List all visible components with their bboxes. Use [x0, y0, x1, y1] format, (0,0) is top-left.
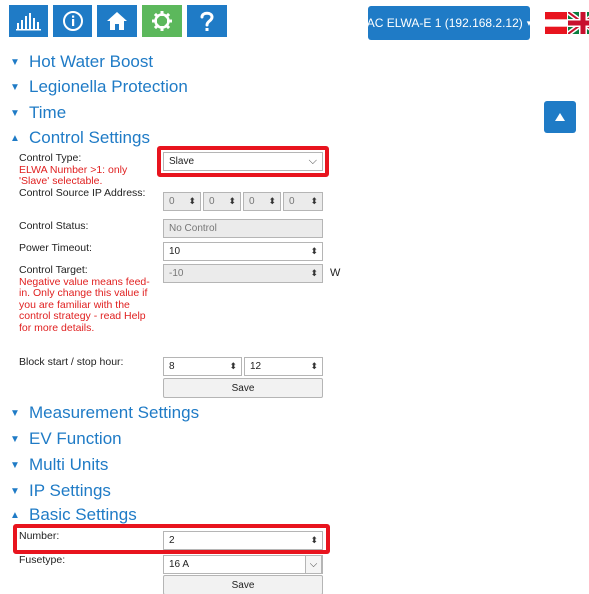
spinner-icon: ⬍: [229, 361, 237, 371]
power-timeout-input[interactable]: 10 ⬍: [163, 242, 323, 261]
number-label: Number:: [19, 530, 60, 542]
section-legionella-protection[interactable]: ▼ Legionella Protection: [10, 76, 188, 98]
ip-octet-1-input[interactable]: 0 ⬍: [163, 192, 201, 211]
chevron-down-icon: ▼: [10, 81, 20, 93]
section-hot-water-boost[interactable]: ▼ Hot Water Boost: [10, 51, 153, 73]
austria-flag-icon[interactable]: [545, 12, 567, 34]
chevron-down-icon: ▼: [10, 459, 20, 471]
block-stop-input[interactable]: 12 ⬍: [244, 357, 323, 376]
ip-octet-3-input[interactable]: 0 ⬍: [243, 192, 281, 211]
chevron-down-icon: ▼: [10, 56, 20, 68]
control-target-field: Control Target: Negative value means fee…: [19, 264, 151, 334]
section-ip-settings[interactable]: ▼ IP Settings: [10, 480, 111, 502]
nav-help-button[interactable]: [186, 4, 228, 38]
control-source-ip-label: Control Source IP Address:: [19, 187, 146, 199]
chevron-down-icon: ▼: [10, 485, 20, 497]
ip-octet-4-input[interactable]: 0 ⬍: [283, 192, 323, 211]
chevron-down-icon: ▾: [526, 17, 532, 28]
spinner-icon: ⬍: [228, 196, 236, 206]
section-time[interactable]: ▼ Time: [10, 102, 66, 124]
spinner-icon: ⬍: [310, 196, 318, 206]
basic-save-button[interactable]: Save: [163, 575, 323, 594]
section-title: Time: [29, 103, 67, 122]
control-target-input[interactable]: -10 ⬍: [163, 264, 323, 283]
spinner-icon: ⬍: [188, 196, 196, 206]
control-status-label: Control Status:: [19, 220, 89, 232]
power-timeout-label: Power Timeout:: [19, 242, 92, 254]
home-icon: [107, 12, 127, 30]
control-target-label: Control Target:: [19, 264, 88, 276]
gear-icon: [152, 11, 172, 31]
section-title: EV Function: [29, 429, 122, 448]
section-control-settings[interactable]: ▲ Control Settings: [10, 127, 150, 149]
chevron-down-icon: ▼: [10, 407, 20, 419]
spinner-icon: ⬍: [310, 361, 318, 371]
device-label: AC ELWA-E 1 (192.168.2.12): [366, 16, 523, 30]
scroll-to-top-button[interactable]: [544, 101, 576, 133]
chevron-down-icon: ▼: [10, 107, 20, 119]
chevron-down-icon: ▼: [10, 433, 20, 445]
nav-info-button[interactable]: [52, 4, 93, 38]
control-type-field: Control Type: ELWA Number >1: only 'Slav…: [19, 152, 149, 188]
spinner-icon: ⬍: [310, 268, 318, 278]
section-basic-settings[interactable]: ▲ Basic Settings: [10, 504, 137, 526]
spinner-icon: ⬍: [310, 246, 318, 256]
number-input[interactable]: 2 ⬍: [163, 531, 323, 550]
chevron-down-icon: ⌵: [308, 155, 317, 167]
control-type-note: ELWA Number >1: only 'Slave' selectable.: [19, 163, 128, 187]
chevron-up-icon: ▲: [10, 509, 20, 521]
fusetype-select[interactable]: 16 A ⌵: [163, 555, 323, 574]
control-status-field: No Control: [163, 219, 323, 238]
chevron-down-icon: ⌵: [305, 555, 322, 574]
control-status-value: No Control: [169, 223, 217, 234]
fusetype-label: Fusetype:: [19, 554, 66, 566]
section-ev-function[interactable]: ▼ EV Function: [10, 428, 122, 450]
control-type-select[interactable]: Slave ⌵: [163, 152, 323, 171]
control-type-label: Control Type:: [19, 152, 82, 164]
chevron-up-icon: ▲: [10, 132, 20, 144]
control-save-button[interactable]: Save: [163, 378, 323, 398]
section-title: IP Settings: [29, 481, 111, 500]
uk-flag-icon[interactable]: [568, 12, 589, 34]
control-target-note: Negative value means feed-in. Only chang…: [19, 275, 150, 334]
top-navbar: AC ELWA-E 1 (192.168.2.12) ▾: [0, 0, 589, 44]
nav-settings-button[interactable]: [141, 4, 183, 38]
section-measurement-settings[interactable]: ▼ Measurement Settings: [10, 402, 199, 424]
chart-bars-icon: [15, 13, 41, 31]
spinner-icon: ⬍: [268, 196, 276, 206]
section-title: Measurement Settings: [29, 403, 200, 422]
section-title: Control Settings: [29, 128, 150, 147]
block-hours-label: Block start / stop hour:: [19, 356, 124, 368]
section-title: Legionella Protection: [29, 77, 188, 96]
control-type-value: Slave: [169, 156, 195, 167]
section-title: Multi Units: [29, 455, 109, 474]
nav-home-button[interactable]: [96, 4, 138, 38]
arrow-up-icon: [555, 113, 565, 121]
control-target-unit: W: [330, 267, 341, 279]
spinner-icon: ⬍: [310, 535, 318, 545]
ip-octet-2-input[interactable]: 0 ⬍: [203, 192, 241, 211]
nav-chart-button[interactable]: [8, 4, 49, 38]
section-title: Basic Settings: [29, 505, 137, 524]
device-selector[interactable]: AC ELWA-E 1 (192.168.2.12) ▾: [366, 6, 532, 40]
block-start-input[interactable]: 8 ⬍: [163, 357, 242, 376]
help-icon: [200, 11, 214, 31]
section-multi-units[interactable]: ▼ Multi Units: [10, 454, 108, 476]
info-icon: [62, 11, 83, 31]
section-title: Hot Water Boost: [29, 52, 154, 71]
